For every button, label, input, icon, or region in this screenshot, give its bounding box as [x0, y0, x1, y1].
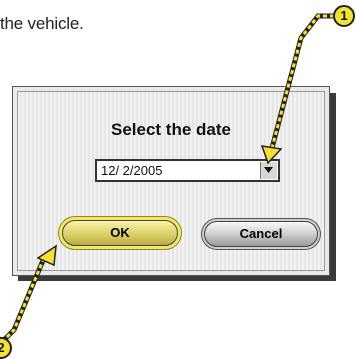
- date-dropdown[interactable]: 12/ 2/2005: [95, 159, 280, 182]
- caption-text: the vehicle.: [0, 14, 84, 33]
- dropdown-arrow-button[interactable]: [260, 162, 277, 179]
- date-value: 12/ 2/2005: [101, 163, 163, 178]
- callout-number-icon: 2: [0, 337, 12, 359]
- dialog-panel: Select the date 12/ 2/2005 OK Cancel: [17, 91, 325, 271]
- dialog-title: Select the date: [111, 120, 231, 139]
- select-date-dialog: Select the date 12/ 2/2005 OK Cancel: [12, 86, 330, 276]
- ok-button[interactable]: OK: [62, 220, 178, 246]
- cancel-button[interactable]: Cancel: [204, 221, 318, 247]
- callout-number-icon: 1: [333, 5, 355, 27]
- chevron-down-icon: [264, 167, 273, 173]
